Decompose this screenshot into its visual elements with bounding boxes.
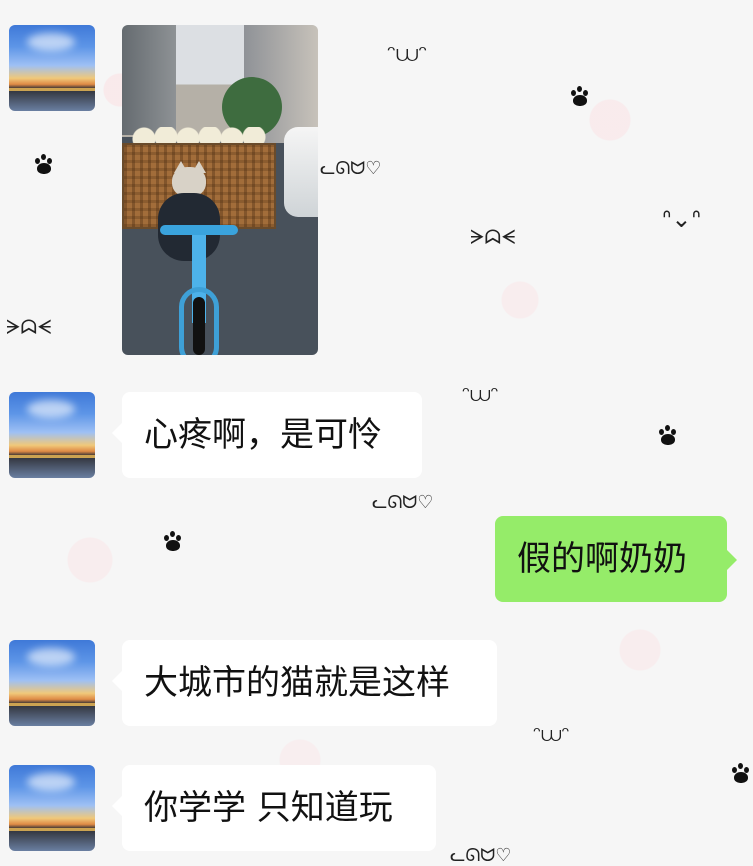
outgoing-message-bubble[interactable]: 假的啊奶奶 xyxy=(495,516,737,602)
decorative-face: ᓚᘏᗢ♡ xyxy=(320,158,382,179)
paw-print-icon xyxy=(160,531,186,553)
decorative-face: ᵔ⩊ᵔ xyxy=(533,722,570,746)
incoming-message-bubble[interactable]: 大城市的猫就是这样 xyxy=(112,640,497,726)
decorative-face: ᗒᗣᗕ xyxy=(6,315,52,339)
sender-avatar[interactable] xyxy=(9,765,95,851)
decorative-face: ᵔ⩊ᵔ xyxy=(387,42,428,67)
decorative-face: ᓚᘏᗢ♡ xyxy=(372,492,434,513)
photo-building-left xyxy=(122,25,176,135)
message-text: 大城市的猫就是这样 xyxy=(144,663,450,703)
message-text: 心疼啊，是可怜 xyxy=(144,415,382,455)
photo-bike-handlebar xyxy=(160,225,238,235)
incoming-message-bubble[interactable]: 你学学 只知道玩 xyxy=(112,765,436,851)
paw-print-icon xyxy=(655,425,681,447)
decorative-face: ᗒᗣᗕ xyxy=(470,225,516,249)
decorative-face: ᵔ⩊ᵔ xyxy=(462,382,499,406)
sender-avatar[interactable] xyxy=(9,392,95,478)
paw-print-icon xyxy=(728,763,753,785)
decorative-face: ᓚᘏᗢ♡ xyxy=(450,845,512,866)
paw-print-icon xyxy=(31,154,57,176)
cat-bicycle-photo[interactable] xyxy=(122,25,318,355)
paw-print-icon xyxy=(567,86,593,108)
photo-bike-tire xyxy=(193,297,205,355)
message-text: 你学学 只知道玩 xyxy=(144,788,393,828)
sender-avatar[interactable] xyxy=(9,640,95,726)
decorative-face: ᐢ⌄ᐢ xyxy=(662,205,701,233)
sender-avatar[interactable] xyxy=(9,25,95,111)
message-text: 假的啊奶奶 xyxy=(517,539,687,579)
photo-car xyxy=(284,127,318,217)
incoming-message-bubble[interactable]: 心疼啊，是可怜 xyxy=(112,392,422,478)
